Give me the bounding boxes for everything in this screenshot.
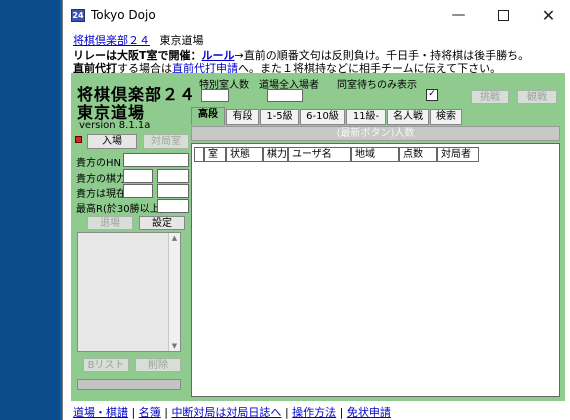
col-room[interactable]: 室	[204, 147, 226, 162]
footer-separator: |	[131, 406, 136, 419]
club-link[interactable]: 将棋倶楽部２４	[73, 34, 150, 47]
hn-label: 貴方のHN	[76, 158, 121, 169]
col-select[interactable]	[194, 147, 204, 162]
hn-field[interactable]	[123, 153, 189, 167]
leave-button[interactable]: 退場	[87, 216, 133, 230]
tab-11kyu[interactable]: 11級-	[346, 109, 386, 125]
status-field[interactable]	[123, 184, 153, 198]
col-points[interactable]: 点数	[399, 147, 437, 162]
tab-yudan[interactable]: 有段	[226, 109, 259, 125]
title-bar[interactable]: 24 Tokyo Dojo — ✕	[63, 0, 570, 31]
rating-field-2[interactable]	[157, 169, 189, 183]
player-list[interactable]: ▲ ▼	[77, 232, 181, 352]
footer-link-license[interactable]: 免状申請	[347, 406, 391, 419]
footer-link-howto[interactable]: 操作方法	[292, 406, 336, 419]
col-region[interactable]: 地域	[351, 147, 399, 162]
max-rating-label: 最高R(於30勝以上)	[76, 204, 164, 215]
tab-meijinsen[interactable]: 名人戦	[387, 109, 429, 125]
enter-button[interactable]: 入場	[87, 134, 137, 149]
maximize-icon	[498, 9, 509, 21]
footer-link-roster[interactable]: 名簿	[139, 406, 161, 419]
window-title: Tokyo Dojo	[91, 8, 156, 22]
col-rating[interactable]: 棋力	[263, 147, 288, 162]
col-username[interactable]: ユーザ名	[288, 147, 351, 162]
dojo-name: 東京道場	[159, 34, 204, 47]
status-label: 貴方は現在	[76, 189, 126, 200]
status-field-2[interactable]	[157, 184, 189, 198]
footer-link-suspended[interactable]: 中断対局は対局日誌へ	[171, 406, 281, 419]
game-table: 室 状態 棋力 ユーザ名 地域 点数 対局者	[191, 143, 560, 397]
status-indicator	[75, 136, 82, 143]
col-status[interactable]: 状態	[226, 147, 263, 162]
progress-bar	[77, 379, 181, 390]
maximize-button[interactable]	[481, 0, 526, 31]
refresh-banner[interactable]: (最新ボタン)人数	[191, 126, 560, 141]
footer-link-dojo-kifu[interactable]: 道場・棋譜	[73, 406, 128, 419]
footer-links: 道場・棋譜 | 名簿 | 中断対局は対局日誌へ | 操作方法 | 免状申請	[73, 404, 391, 420]
main-panel: 将棋倶楽部２４ 東京道場 version 8.1.1a 入場 対局室 貴方のHN…	[71, 73, 565, 401]
max-rating-field[interactable]	[157, 199, 189, 213]
tab-kodan[interactable]: 高段	[191, 107, 225, 125]
rating-label: 貴方の棋力	[76, 174, 126, 185]
footer-separator: |	[164, 406, 168, 419]
scroll-up-icon[interactable]: ▲	[169, 234, 180, 242]
footer-separator: |	[284, 406, 289, 419]
room-button[interactable]: 対局室	[143, 134, 189, 149]
app-window: 24 Tokyo Dojo — ✕ 将棋倶楽部２４ 東京道場 リレーは大阪T室で…	[62, 0, 570, 420]
dojo-total-count	[267, 89, 303, 102]
minimize-button[interactable]: —	[436, 0, 481, 31]
challenge-button[interactable]: 挑戦	[471, 90, 509, 104]
footer-separator: |	[339, 406, 344, 419]
tab-6-10kyu[interactable]: 6-10級	[300, 109, 345, 125]
tab-search[interactable]: 検索	[430, 109, 462, 125]
delete-button[interactable]: 削除	[135, 358, 181, 372]
close-button[interactable]: ✕	[526, 0, 570, 31]
tab-1-5kyu[interactable]: 1-5級	[260, 109, 299, 125]
app-icon: 24	[71, 9, 85, 22]
desktop-shade	[0, 0, 60, 420]
same-room-label: 同室待ちのみ表示	[337, 80, 417, 91]
watch-button[interactable]: 観戦	[517, 90, 557, 104]
scroll-down-icon[interactable]: ▼	[169, 342, 180, 350]
col-opponent[interactable]: 対局者	[437, 147, 479, 162]
header-line-1: 将棋倶楽部２４ 東京道場	[73, 32, 204, 48]
special-room-count	[201, 89, 229, 102]
rating-field[interactable]	[123, 169, 153, 183]
same-room-checkbox[interactable]: ✓	[426, 89, 438, 101]
block-list-button[interactable]: Bリスト	[83, 358, 129, 372]
list-scrollbar[interactable]: ▲ ▼	[168, 233, 180, 351]
settings-button[interactable]: 設定	[139, 216, 185, 230]
version-label: version 8.1.1a	[79, 120, 151, 131]
